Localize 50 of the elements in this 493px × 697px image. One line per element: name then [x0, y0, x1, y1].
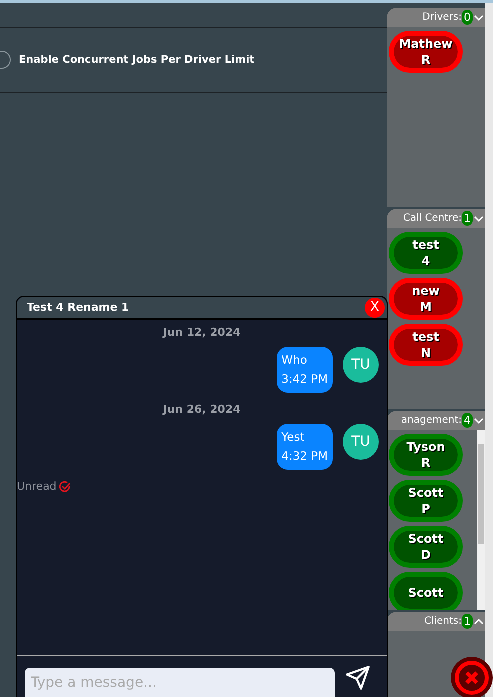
group-title: anagement: — [401, 415, 462, 426]
avatar: TU — [343, 347, 379, 383]
user-first-name: Mathew — [399, 36, 453, 52]
count-badge: 0 — [462, 10, 473, 25]
unread-label: Unread — [17, 480, 57, 493]
count-badge: 1 — [462, 211, 473, 226]
user-initial: 4 — [422, 253, 430, 270]
check-circle-icon — [58, 480, 71, 492]
toggle-switch[interactable] — [0, 51, 11, 69]
group-title: Call Centre: — [403, 213, 462, 224]
count-badge: 4 — [462, 413, 473, 428]
group-header[interactable]: anagement: 4 — [387, 411, 485, 430]
user-initial: P — [422, 501, 430, 518]
user-pill[interactable]: Scott — [389, 572, 463, 610]
setting-label: Enable Concurrent Jobs Per Driver Limit — [19, 54, 255, 66]
user-pill[interactable]: test 4 — [389, 232, 463, 274]
date-label: Jun 26, 2024 — [163, 403, 241, 416]
user-first-name: test — [412, 237, 440, 254]
user-pill[interactable]: new M — [389, 278, 463, 320]
scrollbar[interactable] — [485, 3, 493, 697]
user-initial: R — [421, 455, 431, 472]
user-first-name: Scott — [408, 531, 444, 548]
user-pill[interactable]: Scott P — [389, 480, 463, 522]
group-title: Drivers: — [422, 12, 462, 23]
user-first-name: Scott — [408, 485, 444, 502]
user-pill[interactable]: Scott D — [389, 526, 463, 568]
message-bubble: Who 3:42 PM — [276, 347, 333, 393]
group-header[interactable]: Call Centre: 1 — [387, 209, 485, 228]
user-pill[interactable]: Mathew R — [389, 31, 463, 73]
message-bubble: Yest 4:32 PM — [276, 424, 333, 470]
user-first-name: Tyson — [406, 439, 446, 456]
user-first-name: new — [412, 283, 440, 300]
user-first-name: test — [412, 329, 440, 346]
user-first-name: Scott — [408, 585, 444, 602]
user-pill[interactable]: test N — [389, 324, 463, 366]
date-label: Jun 12, 2024 — [163, 326, 241, 339]
group-header[interactable]: Drivers: 0 — [387, 8, 485, 27]
user-pill[interactable]: Tyson R — [389, 434, 463, 476]
group-header[interactable]: Clients: 1 — [387, 612, 485, 632]
count-badge: 1 — [462, 614, 473, 630]
avatar: TU — [343, 424, 379, 460]
group-title: Clients: — [424, 616, 462, 628]
message-input[interactable]: Type a message... — [25, 668, 335, 697]
user-initial: N — [420, 345, 432, 362]
close-button[interactable]: X — [365, 298, 385, 318]
chat-title: Test 4 Rename 1 — [27, 301, 130, 314]
user-initial: R — [421, 52, 431, 68]
user-initial: D — [421, 547, 431, 564]
scrollbar[interactable] — [477, 430, 485, 610]
user-initial: M — [420, 299, 432, 316]
